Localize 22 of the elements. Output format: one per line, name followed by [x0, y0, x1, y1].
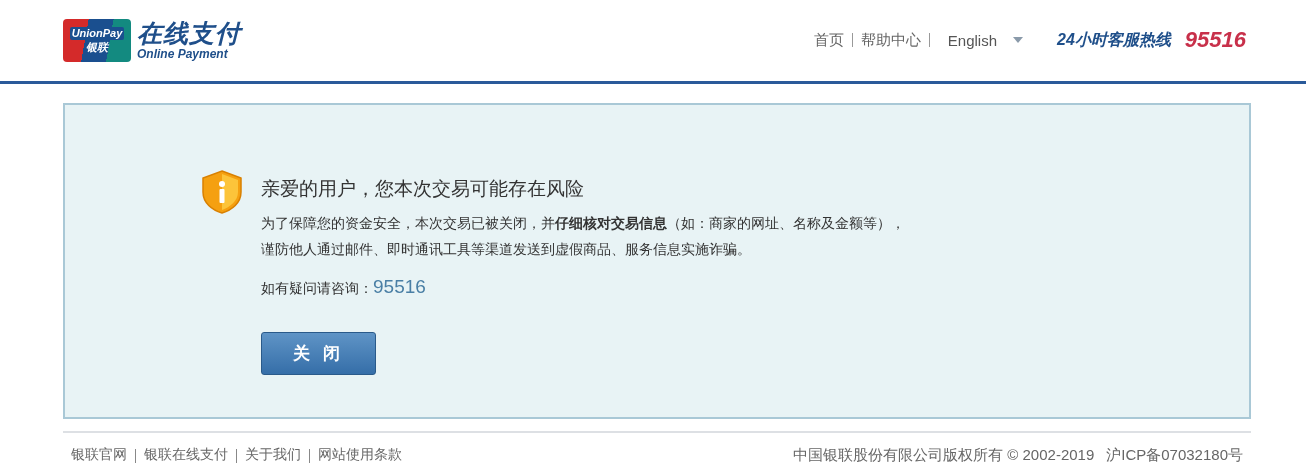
- notice-text: 谨防他人通过邮件、即时通讯工具等渠道发送到虚假商品、服务信息实施诈骗。: [261, 240, 751, 259]
- warning-shield-icon: [201, 170, 243, 214]
- close-button[interactable]: 关 闭: [261, 332, 376, 375]
- hotline-label: 24小时客服热线: [1057, 29, 1171, 50]
- unionpay-card-logo: UnionPay 银联: [63, 18, 131, 62]
- footer-link[interactable]: 银联官网: [71, 446, 127, 465]
- icp-number: 沪ICP备07032180号: [1106, 446, 1243, 465]
- notice-heading: 亲爱的用户，您本次交易可能存在风险: [261, 177, 584, 201]
- footer-link[interactable]: 网站使用条款: [318, 446, 402, 465]
- logo-subtitle: Online Payment: [137, 47, 229, 61]
- notice-text: 为了保障您的资金安全，本次交易已被关闭，并仔细核对交易信息（如：商家的网址、名称及金额等），: [261, 214, 905, 233]
- language-select[interactable]: English: [947, 31, 1023, 49]
- logo-title: 在线支付: [137, 19, 241, 47]
- nav-link[interactable]: 首页: [813, 30, 844, 50]
- caret-icon: [1013, 37, 1023, 43]
- contact-label: 如有疑问请咨询：: [261, 280, 373, 298]
- hotline-number: 95516: [1184, 27, 1246, 53]
- footer-link[interactable]: 银联在线支付: [144, 446, 228, 465]
- contact-number: 95516: [373, 276, 426, 298]
- footer-link[interactable]: 关于我们: [245, 446, 301, 465]
- nav-link[interactable]: 帮助中心: [860, 30, 921, 50]
- copyright-text: 中国银联股份有限公司版权所有 © 2002-2019: [793, 446, 1095, 465]
